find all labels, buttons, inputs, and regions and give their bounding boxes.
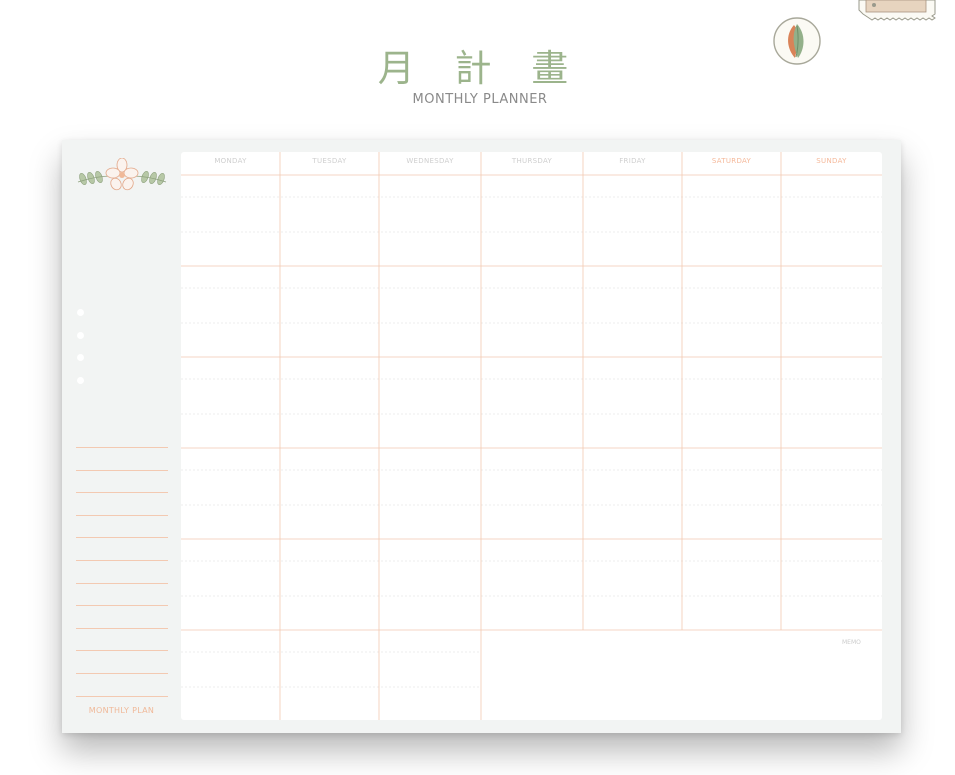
note-line xyxy=(76,560,168,561)
weekday-label-tuesday: TUESDAY xyxy=(312,157,347,165)
weekday-label-sunday: SUNDAY xyxy=(816,157,847,165)
note-line xyxy=(76,469,168,471)
bullet-dot xyxy=(77,354,84,361)
sidebar-footer: MONTHLY PLAN xyxy=(88,706,155,715)
weekday-label-monday: MONDAY xyxy=(214,157,247,165)
weekday-label-wednesday: WEDNESDAY xyxy=(406,157,454,165)
stamp-icon xyxy=(858,0,936,21)
weekday-label-thursday: THURSDAY xyxy=(511,157,553,165)
note-line xyxy=(76,673,168,674)
bullet-dot xyxy=(77,309,84,316)
note-line xyxy=(76,447,168,448)
page-subtitle: MONTHLY PLANNER xyxy=(412,92,548,107)
note-line xyxy=(76,514,168,516)
note-line xyxy=(76,537,168,539)
note-line xyxy=(76,582,168,584)
bullet-dot xyxy=(77,331,84,339)
bullet-dot xyxy=(77,376,84,384)
note-line xyxy=(76,492,168,494)
note-line xyxy=(76,605,168,607)
flower-sprig-icon xyxy=(77,158,167,191)
calendar-grid xyxy=(181,152,882,720)
weekday-label-saturday: SATURDAY xyxy=(711,157,752,165)
planner-sheet: MONTHLY PLAN MONDAY TUESDAY WEDNESDAY THURS… xyxy=(62,140,901,733)
memo-label: MEMO xyxy=(842,639,861,646)
note-line xyxy=(76,695,168,697)
leaf-badge-icon xyxy=(773,17,821,65)
weekday-label-friday: FRIDAY xyxy=(619,157,646,165)
planner-sidebar: MONTHLY PLAN xyxy=(62,140,181,733)
note-line xyxy=(76,650,168,652)
grid-background xyxy=(181,152,882,720)
note-line xyxy=(76,627,168,629)
